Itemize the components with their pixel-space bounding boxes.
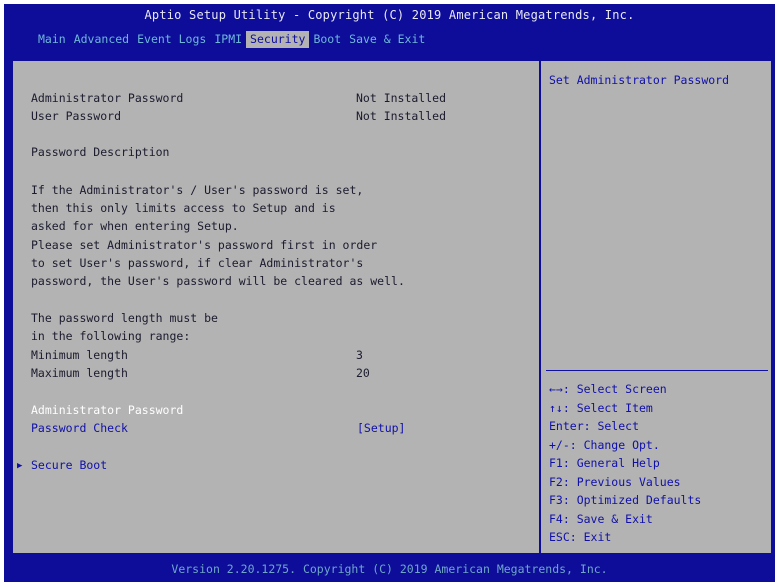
tab-main[interactable]: Main (34, 31, 70, 48)
range-line: The password length must be (31, 311, 218, 325)
range-line: in the following range: (31, 329, 191, 344)
maximum-length-value: 20 (356, 366, 370, 380)
key-enter-select: Enter: Select (549, 419, 640, 433)
help-divider (546, 370, 768, 371)
description-line: then this only limits access to Setup an… (31, 201, 336, 216)
main-panel: Administrator Password Not Installed Use… (13, 61, 771, 553)
admin-password-status-label: Administrator Password (31, 91, 184, 105)
tab-boot[interactable]: Boot (309, 31, 345, 48)
tab-advanced[interactable]: Advanced (70, 31, 133, 48)
bios-frame: Aptio Setup Utility - Copyright (C) 2019… (4, 4, 775, 582)
tab-security[interactable]: Security (246, 31, 310, 48)
description-line: asked for when entering Setup. (31, 219, 239, 234)
administrator-password-item[interactable]: Administrator Password (31, 403, 183, 417)
admin-password-status-value: Not Installed (356, 91, 447, 105)
version-footer: Version 2.20.1275. Copyright (C) 2019 Am… (171, 562, 608, 576)
password-range-text: The password length must be in the follow… (31, 309, 218, 345)
user-password-status-label: User Password (31, 109, 122, 123)
tab-save-exit[interactable]: Save & Exit (345, 31, 429, 48)
help-text: Set Administrator Password (549, 73, 730, 87)
description-line: to set User's password, if clear Adminis… (31, 255, 364, 270)
password-check-value[interactable]: [Setup] (357, 421, 405, 435)
key-save-exit: F4: Save & Exit (549, 511, 653, 526)
key-previous-values: F2: Previous Values (549, 474, 681, 489)
key-select-item: ↑↓: Select Item (549, 400, 653, 415)
key-legend: ←→: Select Screen ↑↓: Select Item Enter:… (549, 380, 701, 547)
tab-ipmi[interactable]: IPMI (210, 31, 246, 48)
panel-divider (539, 61, 541, 553)
key-change-opt: +/-: Change Opt. (549, 437, 660, 452)
key-esc-exit: ESC: Exit (549, 530, 612, 544)
minimum-length-value: 3 (356, 348, 363, 362)
password-check-item[interactable]: Password Check (31, 421, 128, 435)
key-general-help: F1: General Help (549, 456, 660, 470)
submenu-arrow-icon: ▶ (17, 461, 23, 471)
description-line: password, the User's password will be cl… (31, 274, 405, 289)
password-description-text: If the Administrator's / User's password… (31, 181, 405, 290)
app-title: Aptio Setup Utility - Copyright (C) 2019… (144, 8, 635, 22)
minimum-length-label: Minimum length (31, 348, 128, 362)
secure-boot-item[interactable]: Secure Boot (31, 458, 107, 472)
description-line: Please set Administrator's password firs… (31, 237, 378, 252)
description-line: If the Administrator's / User's password… (31, 183, 364, 197)
maximum-length-label: Maximum length (31, 366, 128, 380)
tab-bar: Main Advanced Event Logs IPMI Security B… (34, 31, 429, 48)
key-optimized-defaults: F3: Optimized Defaults (549, 493, 702, 507)
key-select-screen: ←→: Select Screen (549, 382, 667, 396)
password-description-heading: Password Description (31, 145, 170, 159)
tab-event-logs[interactable]: Event Logs (133, 31, 210, 48)
user-password-status-value: Not Installed (356, 109, 447, 123)
